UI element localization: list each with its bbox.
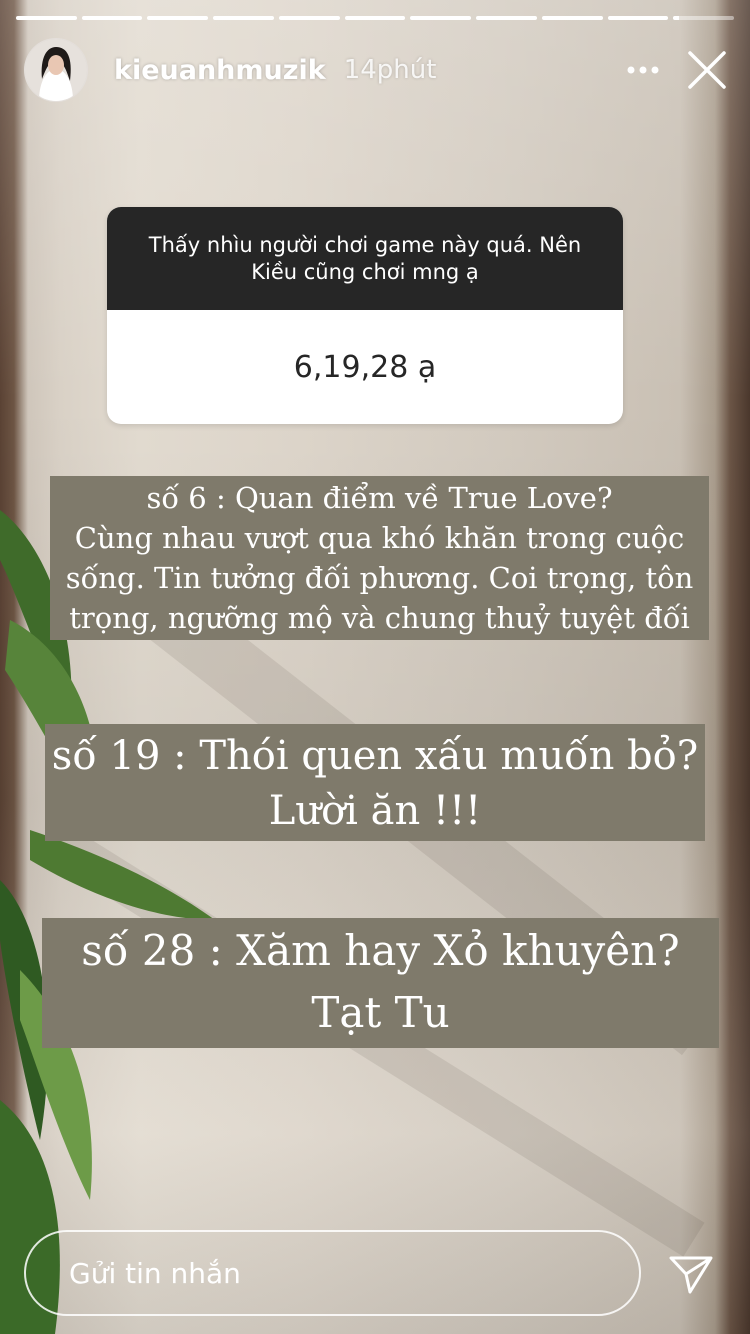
story-progress-bar [16,16,735,20]
avatar[interactable] [24,38,88,102]
text-line: số 6 : Quan điểm về True Love? [146,481,613,515]
text-line: số 19 : Thói quen xấu muốn bỏ? [51,733,699,779]
answer-text-box-28: số 28 : Xăm hay Xỏ khuyên? Tạt Tu [42,918,719,1048]
answer-text-box-6: số 6 : Quan điểm về True Love? Cùng nhau… [50,476,709,640]
progress-segment [410,16,472,20]
progress-fill [541,16,603,20]
close-button[interactable] [682,45,732,95]
text-line: trọng, ngưỡng mộ và chung thuỷ tuyệt đối [69,601,690,635]
progress-fill [81,16,143,20]
story-background [0,0,750,1334]
send-icon [669,1256,713,1294]
progress-fill [476,16,537,20]
progress-segment [213,16,274,20]
question-header: Thấy nhìu người chơi game này quá. Nên K… [107,207,623,310]
progress-segment [541,16,603,20]
text-line: Tạt Tu [311,988,450,1037]
text-line: Lười ăn !!! [268,788,482,834]
progress-fill [607,16,669,20]
text-line: số 28 : Xăm hay Xỏ khuyên? [81,926,680,975]
story-header: kieuanhmuzik 14phút [24,38,732,102]
progress-fill [278,16,340,20]
send-button[interactable] [664,1248,718,1302]
answer-text-box-19: số 19 : Thói quen xấu muốn bỏ? Lười ăn !… [45,724,705,841]
question-text: Thấy nhìu người chơi game này quá. Nên K… [149,232,581,286]
question-sticker[interactable]: Thấy nhìu người chơi game này quá. Nên K… [107,207,623,424]
message-bar[interactable] [24,1230,641,1316]
progress-fill [410,16,472,20]
progress-fill [673,16,680,20]
close-icon [688,51,726,89]
progress-fill [16,16,77,20]
more-options-button[interactable] [618,45,668,95]
question-answer: 6,19,28 ạ [293,349,437,385]
text-line: Cùng nhau vượt qua khó khăn trong cuộc [74,521,685,555]
progress-segment [16,16,77,20]
question-line: Kiều cũng chơi mng ạ [251,259,479,284]
message-input[interactable] [67,1255,639,1291]
question-line: Thấy nhìu người chơi game này quá. Nên [148,232,582,257]
progress-segment [344,16,406,20]
progress-segment [81,16,143,20]
progress-segment [673,16,735,20]
progress-fill [147,16,209,20]
text-line: sống. Tin tưởng đối phương. Coi trọng, t… [65,561,694,595]
progress-fill [213,16,274,20]
more-horizontal-icon [627,66,659,74]
progress-segment [147,16,209,20]
progress-segment [476,16,537,20]
progress-segment [607,16,669,20]
username[interactable]: kieuanhmuzik [114,55,326,86]
progress-segment [278,16,340,20]
post-time: 14phút [343,55,437,85]
progress-fill [344,16,406,20]
